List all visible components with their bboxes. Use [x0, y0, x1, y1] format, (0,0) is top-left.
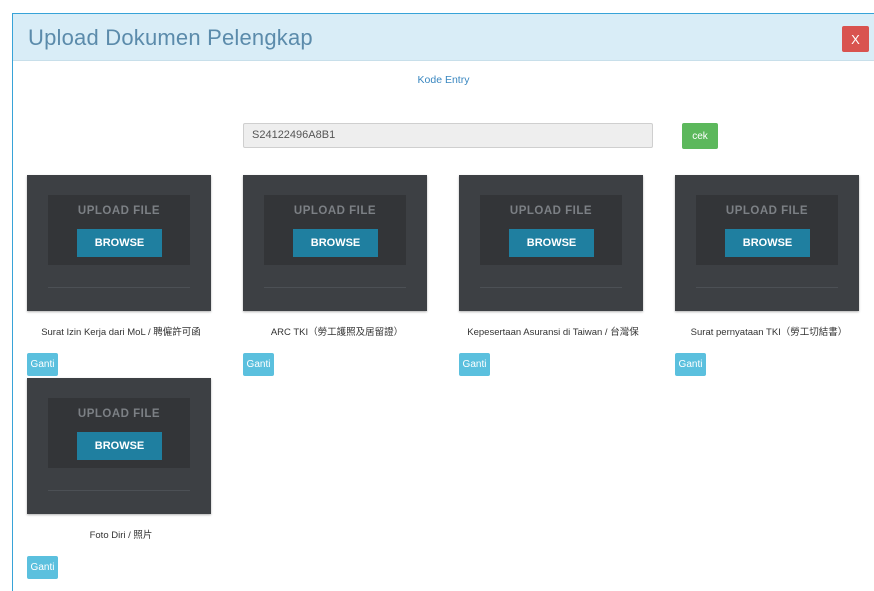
browse-button[interactable]: BROWSE	[77, 432, 162, 460]
document-caption: Surat pernyataan TKI（勞工切結書）	[690, 327, 848, 338]
ganti-button[interactable]: Ganti	[27, 353, 58, 376]
document-caption: ARC TKI（勞工護照及居留證）	[270, 327, 404, 338]
upload-file-label: UPLOAD FILE	[725, 205, 809, 217]
browse-button[interactable]: BROWSE	[293, 229, 378, 257]
ganti-button[interactable]: Ganti	[27, 556, 58, 579]
kode-entry-label: Kode Entry	[417, 74, 470, 86]
upload-dropzone[interactable]: UPLOAD FILE BROWSE	[243, 175, 427, 311]
upload-modal: Upload Dokumen Pelengkap X Kode Entry S2…	[12, 13, 874, 591]
close-button[interactable]: X	[842, 26, 869, 52]
divider	[48, 287, 190, 288]
modal-header: Upload Dokumen Pelengkap X	[13, 14, 874, 61]
upload-panel: UPLOAD FILE BROWSE	[264, 195, 406, 265]
divider	[696, 287, 838, 288]
browse-button[interactable]: BROWSE	[725, 229, 810, 257]
upload-file-label: UPLOAD FILE	[509, 205, 593, 217]
divider	[264, 287, 406, 288]
upload-panel: UPLOAD FILE BROWSE	[48, 195, 190, 265]
divider	[480, 287, 622, 288]
cek-button[interactable]: cek	[682, 123, 718, 149]
kode-entry-input[interactable]: S24122496A8B1	[243, 123, 653, 148]
upload-dropzone[interactable]: UPLOAD FILE BROWSE	[27, 175, 211, 311]
browse-button[interactable]: BROWSE	[509, 229, 594, 257]
upload-dropzone[interactable]: UPLOAD FILE BROWSE	[27, 378, 211, 514]
upload-panel: UPLOAD FILE BROWSE	[696, 195, 838, 265]
browse-button[interactable]: BROWSE	[77, 229, 162, 257]
upload-file-label: UPLOAD FILE	[77, 205, 161, 217]
upload-file-label: UPLOAD FILE	[77, 408, 161, 420]
upload-file-label: UPLOAD FILE	[293, 205, 377, 217]
ganti-button[interactable]: Ganti	[459, 353, 490, 376]
divider	[48, 490, 190, 491]
document-caption: Surat Izin Kerja dari MoL / 聘僱許可函	[41, 327, 201, 338]
upload-panel: UPLOAD FILE BROWSE	[48, 398, 190, 468]
upload-dropzone[interactable]: UPLOAD FILE BROWSE	[675, 175, 859, 311]
document-caption: Kepesertaan Asuransi di Taiwan / 台灣保	[467, 327, 639, 338]
ganti-button[interactable]: Ganti	[675, 353, 706, 376]
document-caption: Foto Diri / 照片	[89, 530, 153, 541]
ganti-button[interactable]: Ganti	[243, 353, 274, 376]
upload-panel: UPLOAD FILE BROWSE	[480, 195, 622, 265]
upload-dropzone[interactable]: UPLOAD FILE BROWSE	[459, 175, 643, 311]
modal-title: Upload Dokumen Pelengkap	[28, 25, 313, 50]
